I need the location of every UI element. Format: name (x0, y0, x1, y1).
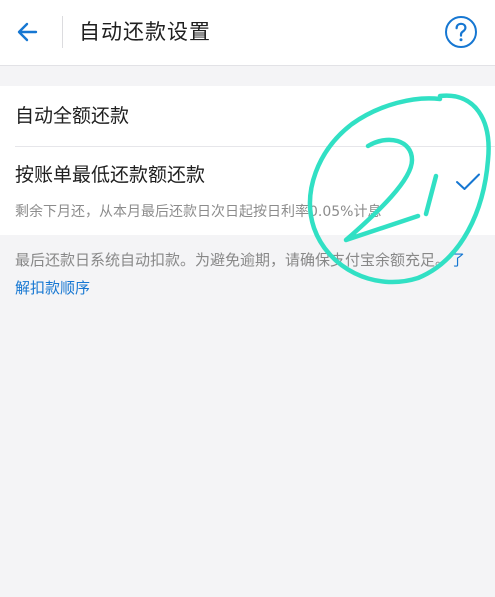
nav-divider (62, 16, 63, 48)
checkmark-icon (456, 173, 480, 190)
page-title: 自动还款设置 (79, 20, 211, 44)
repayment-options-card: 自动全额还款 按账单最低还款额还款 剩余下月还，从本月最后还款日次日起按日利率0… (0, 86, 495, 235)
arrow-left-icon (17, 22, 38, 42)
info-text: 最后还款日系统自动扣款。为避免逾期，请确保支付宝余额充足。了解扣款顺序 (15, 246, 480, 302)
info-message: 最后还款日系统自动扣款。为避免逾期，请确保支付宝余额充足。 (15, 251, 451, 269)
nav-bar: 自动还款设置 (0, 0, 495, 66)
help-button[interactable] (444, 15, 478, 49)
back-button[interactable] (10, 14, 46, 50)
option-full-label: 自动全额还款 (15, 105, 130, 127)
option-minimum-label: 按账单最低还款额还款 (15, 164, 206, 186)
option-minimum-description: 剩余下月还，从本月最后还款日次日起按日利率0.05%计息 (15, 204, 382, 220)
option-minimum-repayment[interactable]: 按账单最低还款额还款 剩余下月还，从本月最后还款日次日起按日利率0.05%计息 (0, 147, 495, 235)
question-circle-icon (445, 16, 477, 48)
option-full-repayment[interactable]: 自动全额还款 (0, 86, 495, 146)
